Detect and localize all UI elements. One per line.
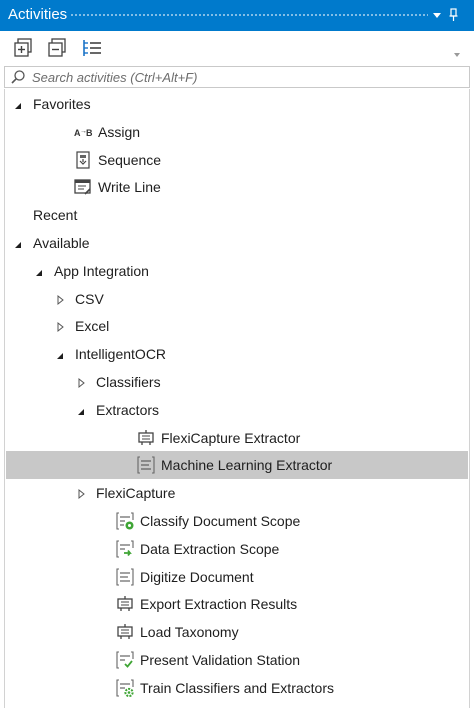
tree-item-recent[interactable]: Recent (6, 201, 468, 229)
tree-item-machine-learning-extractor[interactable]: Machine Learning Extractor (6, 451, 468, 480)
tree-item-label: Classify Document Scope (140, 513, 301, 529)
tree-item-digitize-document[interactable]: Digitize Document (6, 563, 468, 591)
tree-item-label: Load Taxonomy (140, 624, 239, 641)
tree-item-label: Favorites (33, 96, 91, 112)
expand-all-icon (14, 38, 32, 57)
tree-item-assign[interactable]: A → B Assign (6, 118, 468, 146)
assign-icon: A → B (74, 123, 93, 141)
tree-item-label: FlexiCapture Extractor (161, 429, 301, 446)
tree-item-excel[interactable]: Excel (6, 312, 468, 340)
pin-icon[interactable] (447, 6, 461, 24)
train-icon (116, 679, 134, 697)
tree-item-export-extraction-results[interactable]: Export Extraction Results (6, 590, 468, 618)
tree-item-label: Classifiers (96, 374, 161, 390)
extractor-icon (137, 429, 155, 447)
tree-item-present-validation-station[interactable]: Present Validation Station (6, 646, 468, 674)
tree-item-label: CSV (75, 290, 104, 307)
tree-item-label: Assign (98, 123, 141, 140)
svg-text:B: B (86, 128, 93, 138)
tree-item-label: Digitize Document (140, 568, 254, 585)
tree-item-train-classifiers-and-extractors[interactable]: Train Classifiers and Extractors (6, 674, 468, 702)
collapsed-arrow-icon[interactable] (76, 487, 86, 500)
tree-item-label: Extractors (96, 401, 160, 418)
extraction-scope-icon (116, 540, 134, 558)
collapsed-arrow-icon[interactable] (55, 320, 65, 333)
tree-item-flexicapture[interactable]: FlexiCapture (6, 479, 468, 507)
write-line-icon (74, 178, 92, 196)
expanded-arrow-icon[interactable] (13, 98, 23, 110)
validation-icon (116, 651, 134, 669)
sequence-icon (74, 150, 92, 169)
tree-item-label: Present Validation Station (140, 652, 301, 668)
tree-item-load-taxonomy[interactable]: Load Taxonomy (6, 618, 468, 646)
dropdown-icon[interactable] (430, 6, 444, 24)
classify-scope-icon (116, 512, 134, 530)
tree-item-extractors[interactable]: Extractors (6, 396, 468, 424)
tree-item-write-line[interactable]: Write Line (6, 173, 468, 201)
tree-item-available[interactable]: Available (6, 229, 468, 257)
extractor-icon (116, 595, 134, 613)
show-tree-button[interactable] (80, 37, 106, 59)
tree-item-csv[interactable]: CSV (6, 285, 468, 313)
tree-item-data-extraction-scope[interactable]: Data Extraction Scope (6, 535, 468, 563)
tree-item-intelligentocr[interactable]: IntelligentOCR (6, 340, 468, 368)
tree-item-classifiers[interactable]: Classifiers (6, 368, 468, 396)
expanded-arrow-icon[interactable] (55, 348, 65, 360)
expanded-arrow-icon[interactable] (34, 265, 44, 277)
collapsed-arrow-icon[interactable] (55, 293, 65, 305)
search-icon (10, 69, 26, 85)
tree-item-label: Excel (75, 318, 110, 335)
tree-item-favorites[interactable]: Favorites (6, 90, 468, 118)
tree-item-sequence[interactable]: Sequence (6, 146, 468, 174)
expand-all-button[interactable] (12, 37, 38, 59)
collapsed-arrow-icon[interactable] (76, 376, 86, 389)
extractor-icon (116, 623, 134, 641)
search-box[interactable] (4, 66, 470, 88)
panel-titlebar: Activities (0, 0, 474, 31)
document-lines-icon (137, 456, 155, 474)
tree-item-flexicapture-extractor[interactable]: FlexiCapture Extractor (6, 424, 468, 452)
panel-title: Activities (8, 6, 68, 23)
tree-item-label: Write Line (98, 179, 161, 196)
collapse-all-icon (48, 38, 66, 57)
tree-item-label: App Integration (54, 262, 149, 279)
tree-item-classify-document-scope[interactable]: Classify Document Scope (6, 507, 468, 535)
tree-item-label: FlexiCapture (96, 485, 176, 502)
tree-item-label: IntelligentOCR (75, 346, 167, 363)
tree-item-label: Export Extraction Results (140, 596, 298, 613)
tree-item-label: Machine Learning Extractor (161, 457, 333, 474)
tree-item-label: Sequence (98, 151, 162, 168)
tree-item-label: Recent (33, 207, 78, 224)
collapse-all-button[interactable] (46, 37, 72, 59)
tree-item-label: Train Classifiers and Extractors (140, 679, 334, 696)
expanded-arrow-icon[interactable] (76, 404, 86, 416)
tree-item-label: Data Extraction Scope (140, 540, 280, 557)
search-input[interactable] (32, 68, 462, 86)
toolbar (0, 31, 474, 65)
titlebar-grip[interactable] (70, 13, 428, 18)
show-tree-icon (83, 40, 101, 56)
scroll-down-arrow[interactable] (450, 50, 464, 64)
document-lines-icon (116, 568, 134, 586)
activities-tree: Favorites A → B Assign Sequence Write Line Rece… (4, 89, 470, 708)
tree-item-label: Available (33, 235, 90, 251)
expanded-arrow-icon[interactable] (13, 237, 23, 249)
tree-item-app-integration[interactable]: App Integration (6, 257, 468, 285)
